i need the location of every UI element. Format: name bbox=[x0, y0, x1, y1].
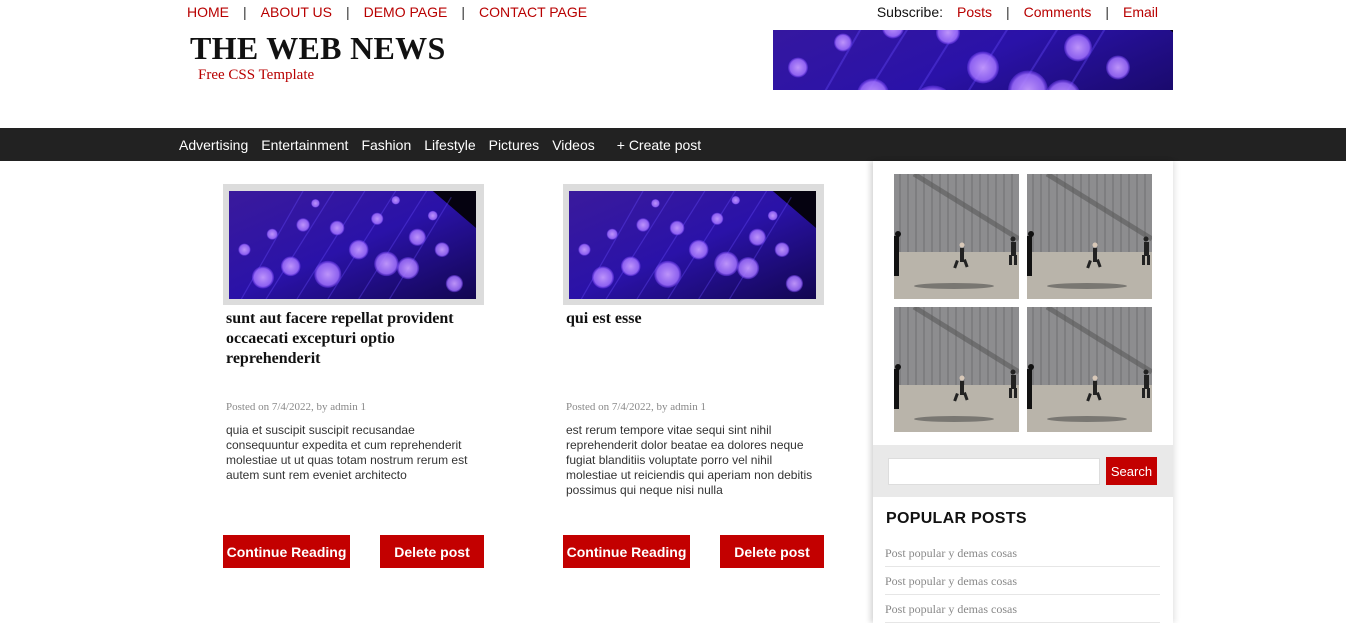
top-nav: HOME | ABOUT US | DEMO PAGE | CONTACT PA… bbox=[187, 4, 587, 20]
post-card: qui est esse Posted on 7/4/2022, by admi… bbox=[563, 184, 824, 568]
gallery-thumbnail[interactable] bbox=[894, 174, 1019, 299]
category-lifestyle[interactable]: Lifestyle bbox=[424, 137, 475, 153]
gallery-thumbnail[interactable] bbox=[1027, 174, 1152, 299]
nav-link-about-us[interactable]: ABOUT US bbox=[261, 4, 332, 20]
sidebar-search: Search bbox=[873, 445, 1173, 497]
popular-posts-title: POPULAR POSTS bbox=[886, 510, 1027, 527]
nav-link-home[interactable]: HOME bbox=[187, 4, 229, 20]
gallery-thumbnail[interactable] bbox=[1027, 307, 1152, 432]
subscribe-separator: | bbox=[1006, 4, 1010, 20]
post-meta: Posted on 7/4/2022, by admin 1 bbox=[226, 401, 366, 413]
sidebar: Search POPULAR POSTS Post popular y dema… bbox=[873, 161, 1173, 623]
category-entertainment[interactable]: Entertainment bbox=[261, 137, 348, 153]
post-title[interactable]: qui est esse bbox=[566, 309, 816, 401]
post-meta: Posted on 7/4/2022, by admin 1 bbox=[566, 401, 706, 413]
gallery-thumbnail[interactable] bbox=[894, 307, 1019, 432]
delete-post-button[interactable]: Delete post bbox=[380, 535, 484, 568]
subscribe-email-link[interactable]: Email bbox=[1123, 4, 1158, 20]
continue-reading-button[interactable]: Continue Reading bbox=[563, 535, 690, 568]
nav-link-contact-page[interactable]: CONTACT PAGE bbox=[479, 4, 587, 20]
subscribe-posts-link[interactable]: Posts bbox=[957, 4, 992, 20]
nav-separator: | bbox=[461, 4, 465, 20]
category-pictures[interactable]: Pictures bbox=[489, 137, 540, 153]
popular-post-item[interactable]: Post popular y demas cosas bbox=[885, 595, 1160, 623]
subscribe-comments-link[interactable]: Comments bbox=[1024, 4, 1092, 20]
site-title: THE WEB NEWS bbox=[190, 30, 446, 66]
category-bar: Advertising Entertainment Fashion Lifest… bbox=[0, 128, 1346, 161]
search-input[interactable] bbox=[888, 458, 1100, 485]
nav-separator: | bbox=[345, 4, 350, 20]
delete-post-button[interactable]: Delete post bbox=[720, 535, 824, 568]
post-image-frame bbox=[223, 184, 484, 305]
post-excerpt: quia et suscipit suscipit recusandae con… bbox=[226, 423, 468, 482]
post-image[interactable] bbox=[569, 191, 816, 299]
header-banner-image bbox=[773, 30, 1173, 90]
continue-reading-button[interactable]: Continue Reading bbox=[223, 535, 350, 568]
subscribe-label: Subscribe: bbox=[876, 4, 943, 20]
search-button[interactable]: Search bbox=[1106, 457, 1157, 485]
post-title[interactable]: sunt aut facere repellat provident occae… bbox=[226, 309, 476, 401]
post-image[interactable] bbox=[229, 191, 476, 299]
popular-post-item[interactable]: Post popular y demas cosas bbox=[885, 539, 1160, 567]
subscribe-bar: Subscribe: Posts | Comments | Email bbox=[877, 4, 1158, 20]
popular-post-item[interactable]: Post popular y demas cosas bbox=[885, 567, 1160, 595]
popular-posts-list: Post popular y demas cosas Post popular … bbox=[885, 539, 1160, 623]
site-subtitle: Free CSS Template bbox=[198, 67, 315, 83]
subscribe-separator: | bbox=[1105, 4, 1109, 20]
create-post-link[interactable]: + Create post bbox=[617, 137, 701, 153]
category-fashion[interactable]: Fashion bbox=[361, 137, 411, 153]
post-card: sunt aut facere repellat provident occae… bbox=[223, 184, 484, 568]
category-videos[interactable]: Videos bbox=[552, 137, 595, 153]
post-excerpt: est rerum tempore vitae sequi sint nihil… bbox=[566, 423, 813, 497]
nav-link-demo-page[interactable]: DEMO PAGE bbox=[364, 4, 448, 20]
nav-separator: | bbox=[243, 4, 247, 20]
post-image-frame bbox=[563, 184, 824, 305]
category-advertising[interactable]: Advertising bbox=[179, 137, 248, 153]
